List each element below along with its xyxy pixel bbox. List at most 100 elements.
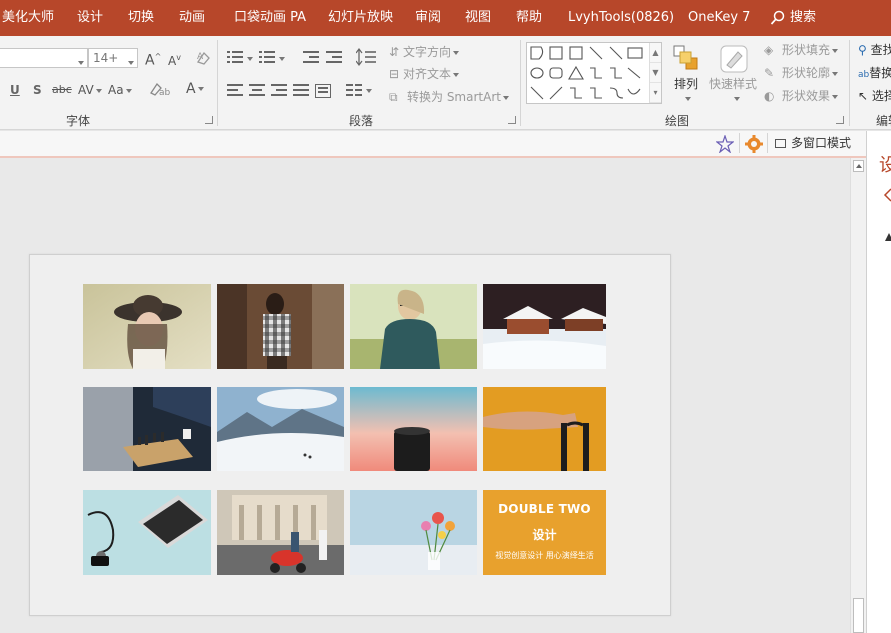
menu-meihua[interactable]: 美化大师 (2, 0, 54, 36)
drawing-dialog-launcher[interactable] (836, 116, 844, 124)
multi-window-label: 多窗口模式 (791, 136, 852, 150)
caret-up-icon[interactable] (885, 231, 891, 241)
grow-font-label: A (145, 52, 155, 69)
photo-lens-sunset (350, 387, 477, 471)
replace-button[interactable]: ab替换 (858, 65, 891, 83)
font-color-label: A (186, 81, 196, 97)
columns-icon[interactable] (346, 84, 362, 96)
underline-button[interactable]: U (10, 82, 20, 98)
photo-tile[interactable] (83, 284, 211, 369)
photo-tile[interactable] (483, 284, 606, 369)
menu-help[interactable]: 帮助 (516, 0, 542, 36)
brand-tile[interactable]: DOUBLE TWO 设计 视觉创意设计 用心演绎生活 (483, 490, 606, 575)
scroll-up-button[interactable] (853, 160, 864, 172)
photo-tile[interactable] (350, 490, 477, 575)
curve-shape-icon[interactable] (627, 88, 641, 95)
photo-tile[interactable] (350, 284, 477, 369)
scroll-thumb[interactable] (853, 598, 864, 633)
clear-format-icon[interactable]: A (194, 49, 212, 67)
photo-tile[interactable] (350, 387, 477, 471)
rounded-rect-icon[interactable] (549, 67, 563, 79)
menu-animations[interactable]: 动画 (179, 0, 205, 36)
menu-design[interactable]: 设计 (77, 0, 103, 36)
menu-pocket-animation[interactable]: 口袋动画 PA (234, 0, 306, 36)
shape-outline-button[interactable]: ✎ 形状轮廓 (764, 65, 839, 81)
align-left-icon[interactable] (227, 84, 243, 96)
distributed-icon[interactable] (315, 84, 331, 98)
line-spacing-icon[interactable] (356, 48, 378, 66)
arrow-shape-icon[interactable] (609, 46, 623, 60)
font-name-combo[interactable] (0, 48, 88, 68)
decrease-indent-icon[interactable] (303, 51, 319, 63)
photo-flowers-vase (350, 490, 477, 575)
oval-shape-icon[interactable] (530, 67, 544, 79)
highlight-icon[interactable]: ab (148, 81, 172, 99)
shape-fill-button[interactable]: ◈ 形状填充 (764, 42, 839, 58)
connector-arrow-icon[interactable] (590, 87, 602, 99)
photo-tile[interactable] (83, 387, 211, 471)
textbox-shape-icon[interactable] (549, 46, 563, 60)
effects-icon: ◐ (764, 89, 775, 103)
menu-onekey[interactable]: OneKey 7 (688, 0, 750, 36)
double-arrow-icon[interactable] (549, 86, 563, 100)
select-button[interactable]: ↖ 选择 (858, 88, 891, 104)
menu-review[interactable]: 审阅 (415, 0, 441, 36)
chevron-down-icon[interactable]: ▼ (650, 63, 661, 83)
chevron-up-icon[interactable]: ▲ (650, 43, 661, 63)
photo-tile[interactable] (217, 387, 344, 471)
photo-tile[interactable] (217, 284, 344, 369)
shrink-font-button[interactable]: Av (168, 50, 181, 69)
chevron-left-icon[interactable] (883, 187, 891, 203)
freeform-shape-icon[interactable] (530, 46, 544, 60)
find-button[interactable]: ⚲ 查找 (858, 42, 891, 58)
char-spacing-button[interactable]: AV (78, 82, 102, 98)
rectangle-shape-icon[interactable] (627, 47, 643, 59)
convert-smartart-button[interactable]: ⧉ 转换为 SmartArt (389, 89, 509, 105)
change-case-button[interactable]: Aa (108, 82, 132, 98)
menu-slideshow[interactable]: 幻灯片放映 (328, 0, 393, 36)
shadow-button[interactable]: S (33, 82, 42, 98)
shapes-gallery[interactable]: ▲ ▼ ▾ (526, 42, 662, 104)
align-center-icon[interactable] (249, 84, 265, 96)
menu-view[interactable]: 视图 (465, 0, 491, 36)
font-color-button[interactable]: A (186, 81, 204, 97)
shapes-gallery-scroll[interactable]: ▲ ▼ ▾ (649, 43, 661, 103)
magic-star-icon[interactable] (716, 135, 734, 153)
arrow-line-icon[interactable] (530, 86, 544, 100)
connector-icon[interactable] (570, 87, 582, 99)
text-direction-button[interactable]: ⇵ 文字方向 (389, 44, 460, 60)
elbow-arrow-icon[interactable] (610, 67, 622, 79)
curved-connector-icon[interactable] (609, 87, 624, 99)
line-shape-icon[interactable] (589, 46, 603, 60)
justify-icon[interactable] (293, 84, 309, 96)
photo-tile[interactable] (217, 490, 344, 575)
menu-transitions[interactable]: 切换 (128, 0, 154, 36)
find-label: 查找 (870, 43, 891, 57)
slide-canvas[interactable]: DOUBLE TWO 设计 视觉创意设计 用心演绎生活 (29, 254, 671, 616)
shape-effects-button[interactable]: ◐ 形状效果 (764, 88, 839, 104)
triangle-shape-icon[interactable] (568, 65, 584, 80)
vertical-scrollbar[interactable] (850, 158, 866, 633)
chevron-down-icon (277, 50, 285, 66)
menu-search[interactable]: 搜索 (770, 0, 816, 36)
multi-window-button[interactable]: 多窗口模式 (775, 135, 851, 151)
vertical-textbox-icon[interactable] (569, 46, 583, 60)
align-right-icon[interactable] (271, 84, 287, 96)
gear-icon[interactable] (745, 135, 763, 153)
paragraph-dialog-launcher[interactable] (508, 116, 516, 124)
numbering-icon[interactable] (259, 51, 275, 63)
font-dialog-launcher[interactable] (205, 116, 213, 124)
strikethrough-button[interactable]: abc (52, 82, 72, 98)
align-text-button[interactable]: ⊟ 对齐文本 (389, 66, 460, 82)
chevron-down-icon (126, 55, 134, 69)
photo-tile[interactable] (83, 490, 211, 575)
grow-font-button[interactable]: A^ (145, 49, 161, 69)
more-icon[interactable]: ▾ (650, 83, 661, 103)
diagonal-line-icon[interactable] (627, 67, 641, 79)
bullets-icon[interactable] (227, 51, 243, 63)
increase-indent-icon[interactable] (326, 51, 342, 63)
photo-tile[interactable] (483, 387, 606, 471)
font-size-combo[interactable]: 14+ (88, 48, 138, 68)
menu-lvyhtools[interactable]: LvyhTools(0826) (568, 0, 674, 36)
elbow-connector-icon[interactable] (590, 67, 602, 79)
